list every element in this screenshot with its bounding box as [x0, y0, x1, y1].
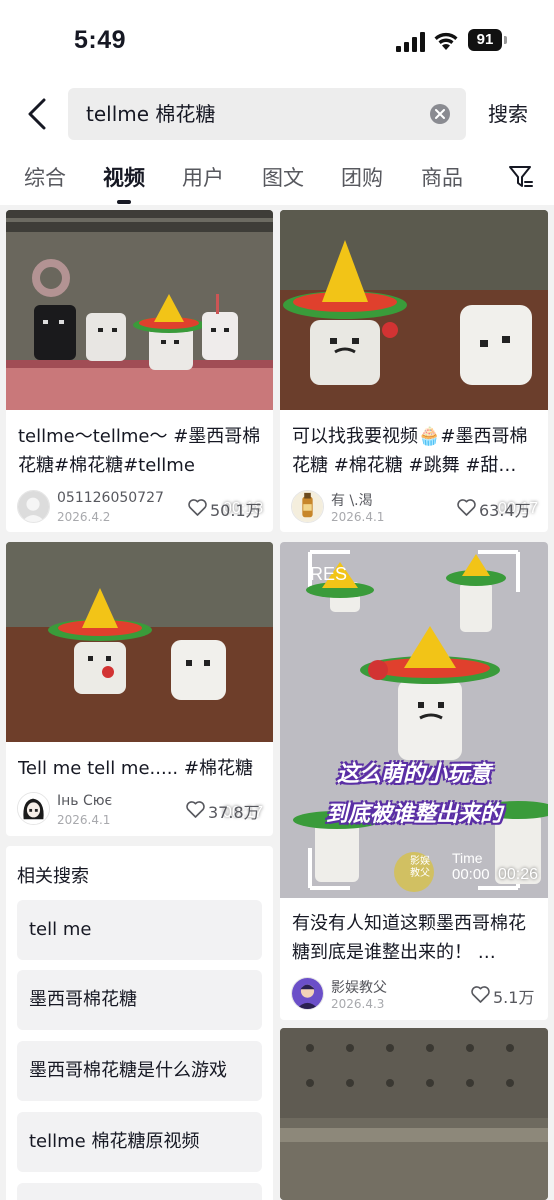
filter-icon[interactable]: [508, 164, 534, 190]
video-title: tellme～tellme～ #墨西哥棉花糖#棉花糖#tellme: [18, 426, 261, 476]
video-title: 有没有人知道这颗墨西哥棉花糖到底是谁整出来的！ …: [292, 913, 526, 963]
author-name[interactable]: Інь Сює: [57, 793, 112, 809]
video-caption-line1: 这么萌的小玩意: [336, 762, 491, 787]
related-search-item[interactable]: tellme 棉花糖原视频: [17, 1112, 262, 1172]
video-watermark: 影娱 教父: [410, 856, 430, 879]
video-thumbnail[interactable]: [6, 542, 273, 742]
tab-group-buy[interactable]: 团购: [341, 162, 383, 192]
video-card[interactable]: RES 这么萌的小玩意 到底被谁整出来的 影娱 教父 Time 00:00 00…: [280, 542, 548, 1020]
video-duration: 00:26: [497, 866, 538, 883]
related-search-item[interactable]: tell me: [17, 900, 262, 960]
related-search-item[interactable]: 墨西哥棉花糖: [17, 970, 262, 1030]
video-card[interactable]: 00:17 Tell me tell me..... #棉花糖 Інь Сює …: [6, 542, 273, 836]
like-count: 63.4万: [479, 501, 531, 520]
camera-time-label: Time: [452, 850, 483, 866]
video-card[interactable]: 00:18 tellme～tellme～ #墨西哥棉花糖#棉花糖#tellme …: [6, 210, 273, 532]
author-name[interactable]: 051126050727: [57, 490, 164, 506]
search-button[interactable]: 搜索: [488, 88, 528, 140]
tab-video[interactable]: 视频: [103, 162, 145, 192]
heart-icon[interactable]: [186, 801, 205, 818]
video-title: Tell me tell me..... #棉花糖: [18, 758, 253, 779]
tab-image-text[interactable]: 图文: [262, 162, 304, 192]
author-name[interactable]: 影娱教父: [331, 977, 387, 997]
video-caption-line2: 到底被谁整出来的: [325, 802, 502, 827]
video-title: 可以找我要视频🧁#墨西哥棉花糖 #棉花糖 #跳舞 #甜…: [292, 426, 528, 476]
post-date: 2026.4.1: [331, 510, 385, 524]
camera-res-label: RES: [310, 564, 348, 584]
like-count: 5.1万: [493, 988, 535, 1007]
battery-level: 91: [468, 29, 502, 51]
author-avatar[interactable]: [17, 792, 50, 825]
post-date: 2026.4.1: [57, 813, 111, 827]
related-searches: 相关搜索 tell me 墨西哥棉花糖 墨西哥棉花糖是什么游戏 tellme 棉…: [6, 846, 273, 1200]
like-count: 37.8万: [208, 803, 260, 822]
video-card[interactable]: 00:17 可以找我要视频🧁#墨西哥棉花糖 #棉花糖 #跳舞 #甜… 有 \.渴…: [280, 210, 548, 532]
post-date: 2026.4.3: [331, 997, 385, 1011]
author-avatar[interactable]: [17, 490, 50, 523]
cellular-signal-icon: [396, 32, 425, 52]
clear-search-icon[interactable]: [430, 104, 450, 124]
status-bar: 5:49 91: [0, 0, 554, 82]
tab-products[interactable]: 商品: [421, 162, 463, 192]
heart-icon[interactable]: [188, 499, 207, 516]
camera-timecode: 00:00: [452, 866, 490, 883]
status-time: 5:49: [74, 26, 127, 54]
like-count: 50.1万: [210, 501, 262, 520]
tab-bar: 综合 视频 用户 图文 团购 商品: [0, 150, 554, 205]
author-name[interactable]: 有 \.渴: [331, 490, 373, 510]
video-card[interactable]: [280, 1028, 548, 1200]
wifi-icon: [434, 32, 458, 50]
battery-cap: [504, 36, 507, 44]
author-avatar[interactable]: [291, 490, 324, 523]
video-thumbnail[interactable]: [280, 210, 548, 410]
tab-users[interactable]: 用户: [182, 162, 224, 192]
related-search-item-partial[interactable]: [17, 1183, 262, 1200]
search-input[interactable]: tellme 棉花糖: [86, 88, 215, 140]
related-searches-title: 相关搜索: [17, 866, 89, 887]
related-search-item[interactable]: 墨西哥棉花糖是什么游戏: [17, 1041, 262, 1101]
video-thumbnail[interactable]: [6, 210, 273, 410]
video-thumbnail[interactable]: [280, 1028, 548, 1200]
tab-all[interactable]: 综合: [24, 162, 66, 192]
heart-icon[interactable]: [457, 499, 476, 516]
search-box[interactable]: tellme 棉花糖: [68, 88, 466, 140]
author-avatar[interactable]: [291, 977, 324, 1010]
battery-icon: 91: [468, 29, 508, 51]
video-thumbnail[interactable]: [280, 542, 548, 898]
post-date: 2026.4.2: [57, 510, 111, 524]
active-tab-indicator: [117, 200, 131, 204]
heart-icon[interactable]: [471, 986, 490, 1003]
back-arrow-icon[interactable]: [22, 96, 54, 132]
search-header: tellme 棉花糖 搜索: [0, 82, 554, 150]
